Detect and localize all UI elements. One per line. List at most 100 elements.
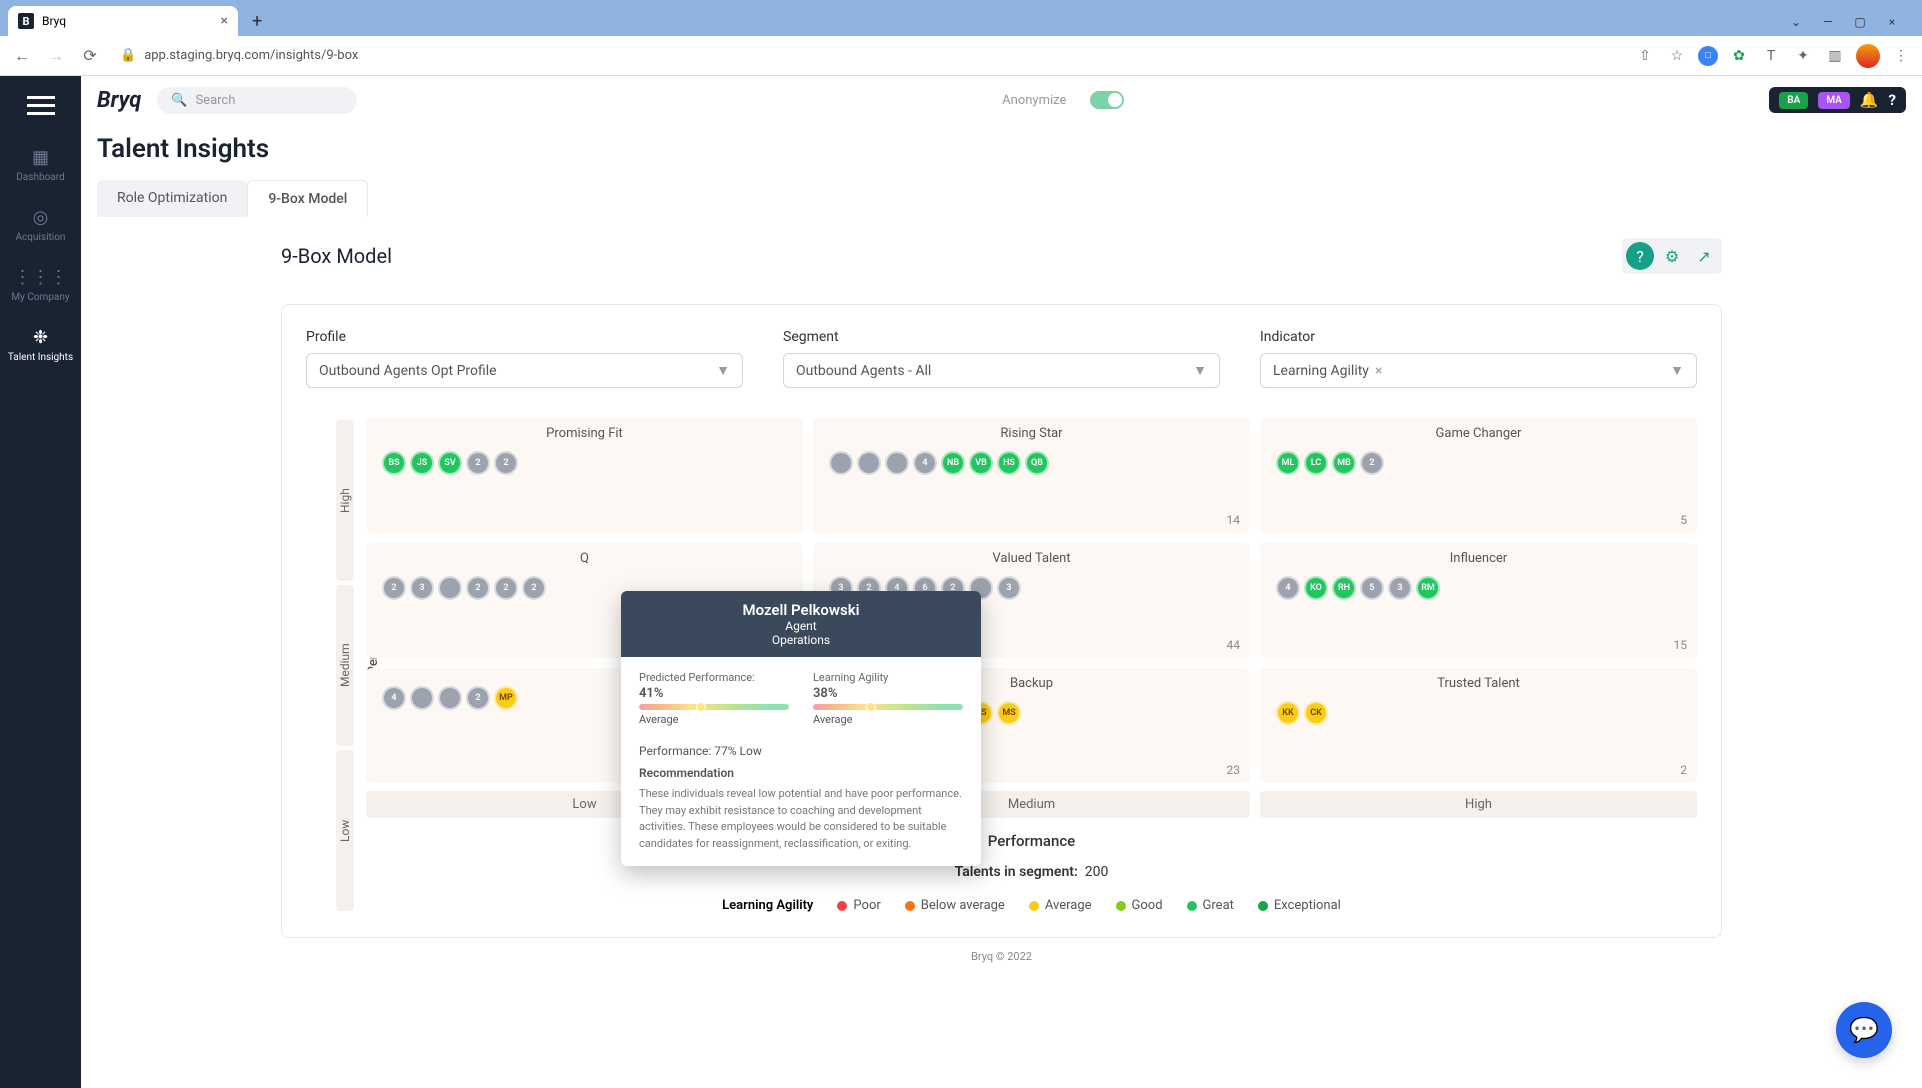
- star-icon[interactable]: ☆: [1666, 45, 1688, 67]
- share-icon[interactable]: ⇧: [1634, 45, 1656, 67]
- tooltip-performance: Performance: 77% Low: [639, 744, 963, 758]
- topbar: Bryq 🔍 Search Anonymize BA MA 🔔 ?: [81, 76, 1922, 124]
- address-input[interactable]: 🔒 app.staging.bryq.com/insights/9-box: [112, 48, 1624, 63]
- extension-icon[interactable]: □: [1698, 46, 1718, 66]
- person-bubble[interactable]: 2: [494, 451, 518, 475]
- gear-icon[interactable]: ⚙: [1658, 242, 1686, 270]
- forward-icon[interactable]: →: [44, 44, 68, 68]
- person-bubble[interactable]: [438, 576, 462, 600]
- maximize-icon[interactable]: ▢: [1846, 12, 1874, 32]
- extension-icon[interactable]: ✿: [1728, 45, 1750, 67]
- minimize-icon[interactable]: —: [1814, 12, 1842, 32]
- person-bubble[interactable]: [410, 686, 434, 710]
- chevron-down-icon[interactable]: ⌄: [1782, 12, 1810, 32]
- sidebar-item-acquisition[interactable]: ◎Acquisition: [8, 195, 73, 255]
- hamburger-icon[interactable]: [27, 96, 55, 115]
- sidebar-item-dashboard[interactable]: ▦Dashboard: [8, 135, 73, 195]
- person-bubble[interactable]: JS: [410, 451, 434, 475]
- col-labels: Low Medium High: [366, 791, 1697, 818]
- metric-value: 38%: [813, 686, 963, 701]
- bubble-group: 4NBVBHSQB: [825, 447, 1238, 479]
- close-tab-icon[interactable]: ×: [221, 13, 228, 29]
- clear-filter-icon[interactable]: ×: [1375, 363, 1382, 379]
- person-bubble[interactable]: 2: [494, 576, 518, 600]
- sidebar-item-my-company[interactable]: ⋮⋮⋮My Company: [8, 255, 73, 315]
- search-input[interactable]: 🔍 Search: [157, 87, 357, 114]
- menu-icon[interactable]: ⋮: [1890, 45, 1912, 67]
- tab-role-optimization[interactable]: Role Optimization: [97, 180, 247, 217]
- tab-9box-model[interactable]: 9-Box Model: [247, 180, 368, 217]
- chat-bubble-icon[interactable]: 💬: [1836, 1002, 1892, 1058]
- person-bubble[interactable]: 3: [997, 576, 1021, 600]
- user-badge[interactable]: BA: [1779, 92, 1808, 109]
- legend-item: Poor: [837, 898, 880, 913]
- person-bubble[interactable]: 2: [522, 576, 546, 600]
- grid-cell: Influencer4KORH53RM15: [1260, 543, 1697, 658]
- sidebar-item-talent-insights[interactable]: ❉Talent Insights: [8, 315, 73, 375]
- reload-icon[interactable]: ⟳: [78, 44, 102, 68]
- person-bubble[interactable]: 3: [410, 576, 434, 600]
- help-icon[interactable]: ?: [1889, 91, 1896, 109]
- person-bubble[interactable]: [885, 451, 909, 475]
- person-bubble[interactable]: 4: [382, 686, 406, 710]
- person-bubble[interactable]: CK: [1304, 701, 1328, 725]
- profile-select[interactable]: Outbound Agents Opt Profile ▼: [306, 353, 743, 388]
- profile-avatar[interactable]: [1856, 44, 1880, 68]
- tooltip-name: Mozell Pelkowski: [631, 601, 971, 619]
- filter-profile: Profile Outbound Agents Opt Profile ▼: [306, 329, 743, 388]
- row-label-low: Low: [336, 750, 354, 911]
- cell-count: 5: [1680, 513, 1687, 527]
- segment-select[interactable]: Outbound Agents - All ▼: [783, 353, 1220, 388]
- legend-item: Below average: [905, 898, 1005, 913]
- person-bubble[interactable]: MP: [494, 686, 518, 710]
- person-bubble[interactable]: RM: [1416, 576, 1440, 600]
- favicon: B: [18, 13, 34, 29]
- person-bubble[interactable]: NB: [941, 451, 965, 475]
- browser-tab[interactable]: B Bryq ×: [8, 6, 238, 36]
- person-bubble[interactable]: ML: [1276, 451, 1300, 475]
- person-bubble[interactable]: 4: [1276, 576, 1300, 600]
- person-bubble[interactable]: HS: [997, 451, 1021, 475]
- person-bubble[interactable]: 5: [1360, 576, 1384, 600]
- tab-title: Bryq: [42, 14, 66, 28]
- person-bubble[interactable]: BS: [382, 451, 406, 475]
- person-bubble[interactable]: 2: [466, 576, 490, 600]
- new-tab-button[interactable]: +: [244, 7, 270, 36]
- person-bubble[interactable]: VB: [969, 451, 993, 475]
- person-bubble[interactable]: MS: [997, 701, 1021, 725]
- person-bubble[interactable]: QB: [1025, 451, 1049, 475]
- person-bubble[interactable]: KK: [1276, 701, 1300, 725]
- anonymize-toggle[interactable]: [1090, 91, 1124, 109]
- person-bubble[interactable]: [857, 451, 881, 475]
- person-bubble[interactable]: MB: [1332, 451, 1356, 475]
- filter-label: Profile: [306, 329, 743, 345]
- person-bubble[interactable]: KO: [1304, 576, 1328, 600]
- user-badge[interactable]: MA: [1818, 92, 1850, 109]
- person-bubble[interactable]: 2: [466, 451, 490, 475]
- person-bubble[interactable]: 2: [1360, 451, 1384, 475]
- person-bubble[interactable]: LC: [1304, 451, 1328, 475]
- tooltip-rec-title: Recommendation: [639, 766, 963, 780]
- person-bubble[interactable]: 3: [1388, 576, 1412, 600]
- person-bubble[interactable]: RH: [1332, 576, 1356, 600]
- person-bubble[interactable]: 2: [466, 686, 490, 710]
- person-bubble[interactable]: SV: [438, 451, 462, 475]
- bubble-group: MLLCMB2: [1272, 447, 1685, 479]
- close-icon[interactable]: ×: [1878, 12, 1906, 32]
- extensions-icon[interactable]: ✦: [1792, 45, 1814, 67]
- sidepanel-icon[interactable]: ▥: [1824, 45, 1846, 67]
- row-label-medium: Medium: [336, 585, 354, 746]
- person-bubble[interactable]: [438, 686, 462, 710]
- cell-title: Promising Fit: [378, 426, 791, 441]
- person-tooltip: Mozell Pelkowski Agent Operations Predic…: [621, 591, 981, 866]
- back-icon[interactable]: ←: [10, 44, 34, 68]
- segment-summary: Talents in segment: 200: [366, 864, 1697, 880]
- person-bubble[interactable]: 2: [382, 576, 406, 600]
- extension-icon[interactable]: T: [1760, 45, 1782, 67]
- bell-icon[interactable]: 🔔: [1860, 91, 1879, 109]
- person-bubble[interactable]: 4: [913, 451, 937, 475]
- person-bubble[interactable]: [829, 451, 853, 475]
- help-circle-icon[interactable]: ?: [1626, 242, 1654, 270]
- export-icon[interactable]: ↗: [1690, 242, 1718, 270]
- indicator-select[interactable]: Learning Agility × ▼: [1260, 353, 1697, 388]
